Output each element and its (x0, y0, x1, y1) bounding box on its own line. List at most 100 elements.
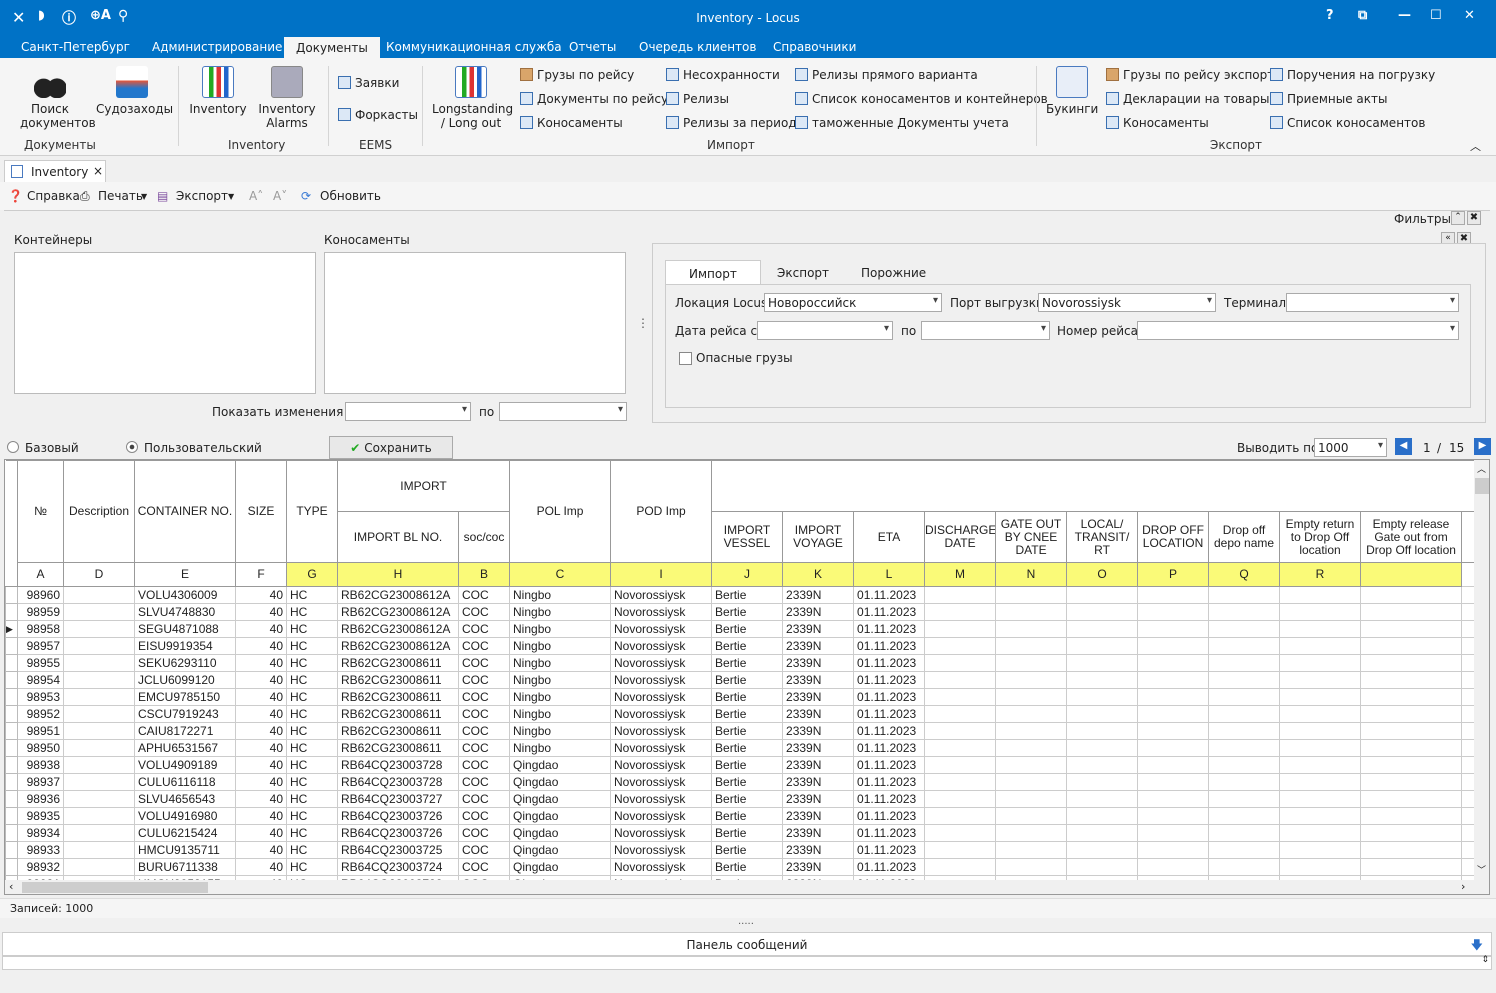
cell-empty[interactable] (1360, 756, 1463, 774)
cell[interactable]: RB64CQ23003724 (337, 858, 459, 876)
cell[interactable]: Novorossiysk (610, 688, 713, 706)
doc-tab-inventory[interactable]: Inventory × (4, 160, 106, 182)
cell[interactable]: 2339N (782, 739, 855, 757)
table-row[interactable]: 98953 EMCU9785150 40 HC RB62CG23008611 COC Nin… (5, 688, 1489, 706)
cell-empty[interactable] (995, 688, 1068, 706)
basic-radio[interactable] (7, 441, 19, 453)
cell[interactable]: Bertie (711, 790, 784, 808)
minimize-button[interactable]: — (1398, 8, 1411, 23)
cell[interactable]: 01.11.2023 (853, 603, 926, 621)
col-eta[interactable]: ETA (853, 511, 926, 563)
cell-empty[interactable] (1208, 841, 1281, 859)
cell[interactable]: 98937 (17, 773, 64, 791)
cell-empty[interactable] (995, 705, 1068, 723)
collapse-ribbon-icon[interactable]: ︿ (1470, 138, 1481, 154)
cell[interactable] (63, 603, 135, 621)
cell[interactable]: 98954 (17, 671, 64, 689)
table-row[interactable]: 98957 EISU9919354 40 HC RB62CG23008612A COC Ni… (5, 637, 1489, 655)
bills-input[interactable] (324, 252, 626, 394)
cell[interactable]: Novorossiysk (610, 586, 713, 604)
cell[interactable]: Ningbo (509, 637, 612, 655)
cell[interactable]: JCLU6099120 (134, 671, 236, 689)
cell-empty[interactable] (1066, 603, 1139, 621)
cell-empty[interactable] (924, 586, 997, 604)
cell[interactable]: COC (457, 603, 511, 621)
splitter-handle[interactable]: ..... (738, 916, 754, 927)
cell[interactable]: Novorossiysk (610, 739, 713, 757)
cell[interactable]: 01.11.2023 (853, 637, 926, 655)
cell[interactable] (63, 824, 135, 842)
cell[interactable]: 40 (235, 620, 287, 638)
cell[interactable]: 2339N (782, 654, 855, 672)
cell[interactable]: Bertie (711, 688, 784, 706)
containers-input[interactable] (14, 252, 316, 394)
import-bills[interactable]: Коносаменты (520, 116, 623, 130)
cell[interactable] (63, 841, 135, 859)
cell-empty[interactable] (995, 756, 1068, 774)
table-row[interactable]: 98934 CULU6215424 40 HC RB64CQ23003726 COC Qin… (5, 824, 1489, 842)
changes-from-date[interactable] (345, 402, 471, 421)
col-type[interactable]: TYPE (286, 460, 338, 563)
cell-empty[interactable] (1279, 603, 1362, 621)
cell[interactable]: 98960 (17, 586, 64, 604)
horizontal-scrollbar[interactable]: ‹ › (5, 880, 1489, 894)
inventory-button[interactable]: Inventory (188, 66, 248, 116)
cell[interactable]: 40 (235, 603, 287, 621)
cell-empty[interactable] (924, 824, 997, 842)
cell-empty[interactable] (1066, 722, 1139, 740)
cell[interactable]: COC (457, 688, 511, 706)
cell[interactable]: Ningbo (509, 620, 612, 638)
cell[interactable]: HC (286, 756, 338, 774)
tab-spb[interactable]: Санкт-Петербург (21, 40, 130, 54)
tab-references[interactable]: Справочники (773, 40, 856, 54)
page-size-select[interactable]: 1000 (1314, 438, 1387, 457)
cell[interactable]: HC (286, 671, 338, 689)
cell[interactable]: 01.11.2023 (853, 620, 926, 638)
messages-panel-header[interactable]: Панель сообщений 🡇 (2, 932, 1492, 956)
cell-empty[interactable] (1360, 773, 1463, 791)
tab-reports[interactable]: Отчеты (569, 40, 616, 54)
row-indicator[interactable] (5, 688, 18, 706)
cell[interactable]: COC (457, 586, 511, 604)
font-decrease-icon[interactable]: A˅ (273, 189, 287, 203)
cell[interactable]: RB62CG23008611 (337, 671, 459, 689)
cell[interactable]: 2339N (782, 824, 855, 842)
cell[interactable]: 98933 (17, 841, 64, 859)
cell-empty[interactable] (1360, 858, 1463, 876)
cell[interactable]: RB62CG23008611 (337, 722, 459, 740)
cell-empty[interactable] (995, 841, 1068, 859)
cell[interactable]: RB62CG23008611 (337, 739, 459, 757)
cell-empty[interactable] (1208, 620, 1281, 638)
cell-empty[interactable] (1279, 620, 1362, 638)
cell-empty[interactable] (1137, 807, 1210, 825)
cell[interactable]: RB62CG23008612A (337, 620, 459, 638)
scroll-right-icon[interactable]: › (1461, 880, 1465, 893)
cell[interactable]: 01.11.2023 (853, 756, 926, 774)
col-soc[interactable]: soc/coc (457, 511, 511, 563)
cell[interactable]: RB62CG23008612A (337, 586, 459, 604)
col-pod[interactable]: POD Imp (610, 460, 713, 563)
scroll-thumb[interactable] (1475, 478, 1489, 494)
close-tab-icon[interactable]: × (93, 164, 103, 178)
cell-empty[interactable] (1360, 620, 1463, 638)
cell[interactable]: 01.11.2023 (853, 790, 926, 808)
font-increase-icon[interactable]: A˄ (249, 189, 263, 203)
cell[interactable]: COC (457, 620, 511, 638)
cell[interactable]: RB64CQ23003728 (337, 773, 459, 791)
cell-empty[interactable] (995, 671, 1068, 689)
cell[interactable]: Novorossiysk (610, 705, 713, 723)
cell-empty[interactable] (1360, 790, 1463, 808)
cell[interactable]: VOLU4916980 (134, 807, 236, 825)
cell[interactable]: 40 (235, 790, 287, 808)
cell[interactable]: Ningbo (509, 722, 612, 740)
cell[interactable]: 01.11.2023 (853, 586, 926, 604)
cell[interactable]: HC (286, 586, 338, 604)
cell[interactable]: Novorossiysk (610, 722, 713, 740)
cell-empty[interactable] (1066, 858, 1139, 876)
cell[interactable]: 2339N (782, 620, 855, 638)
tab-empty[interactable]: Порожние (861, 266, 926, 280)
cell-empty[interactable] (1208, 705, 1281, 723)
row-indicator[interactable] (5, 841, 18, 859)
cell[interactable]: RB64CQ23003728 (337, 756, 459, 774)
cell[interactable] (63, 739, 135, 757)
